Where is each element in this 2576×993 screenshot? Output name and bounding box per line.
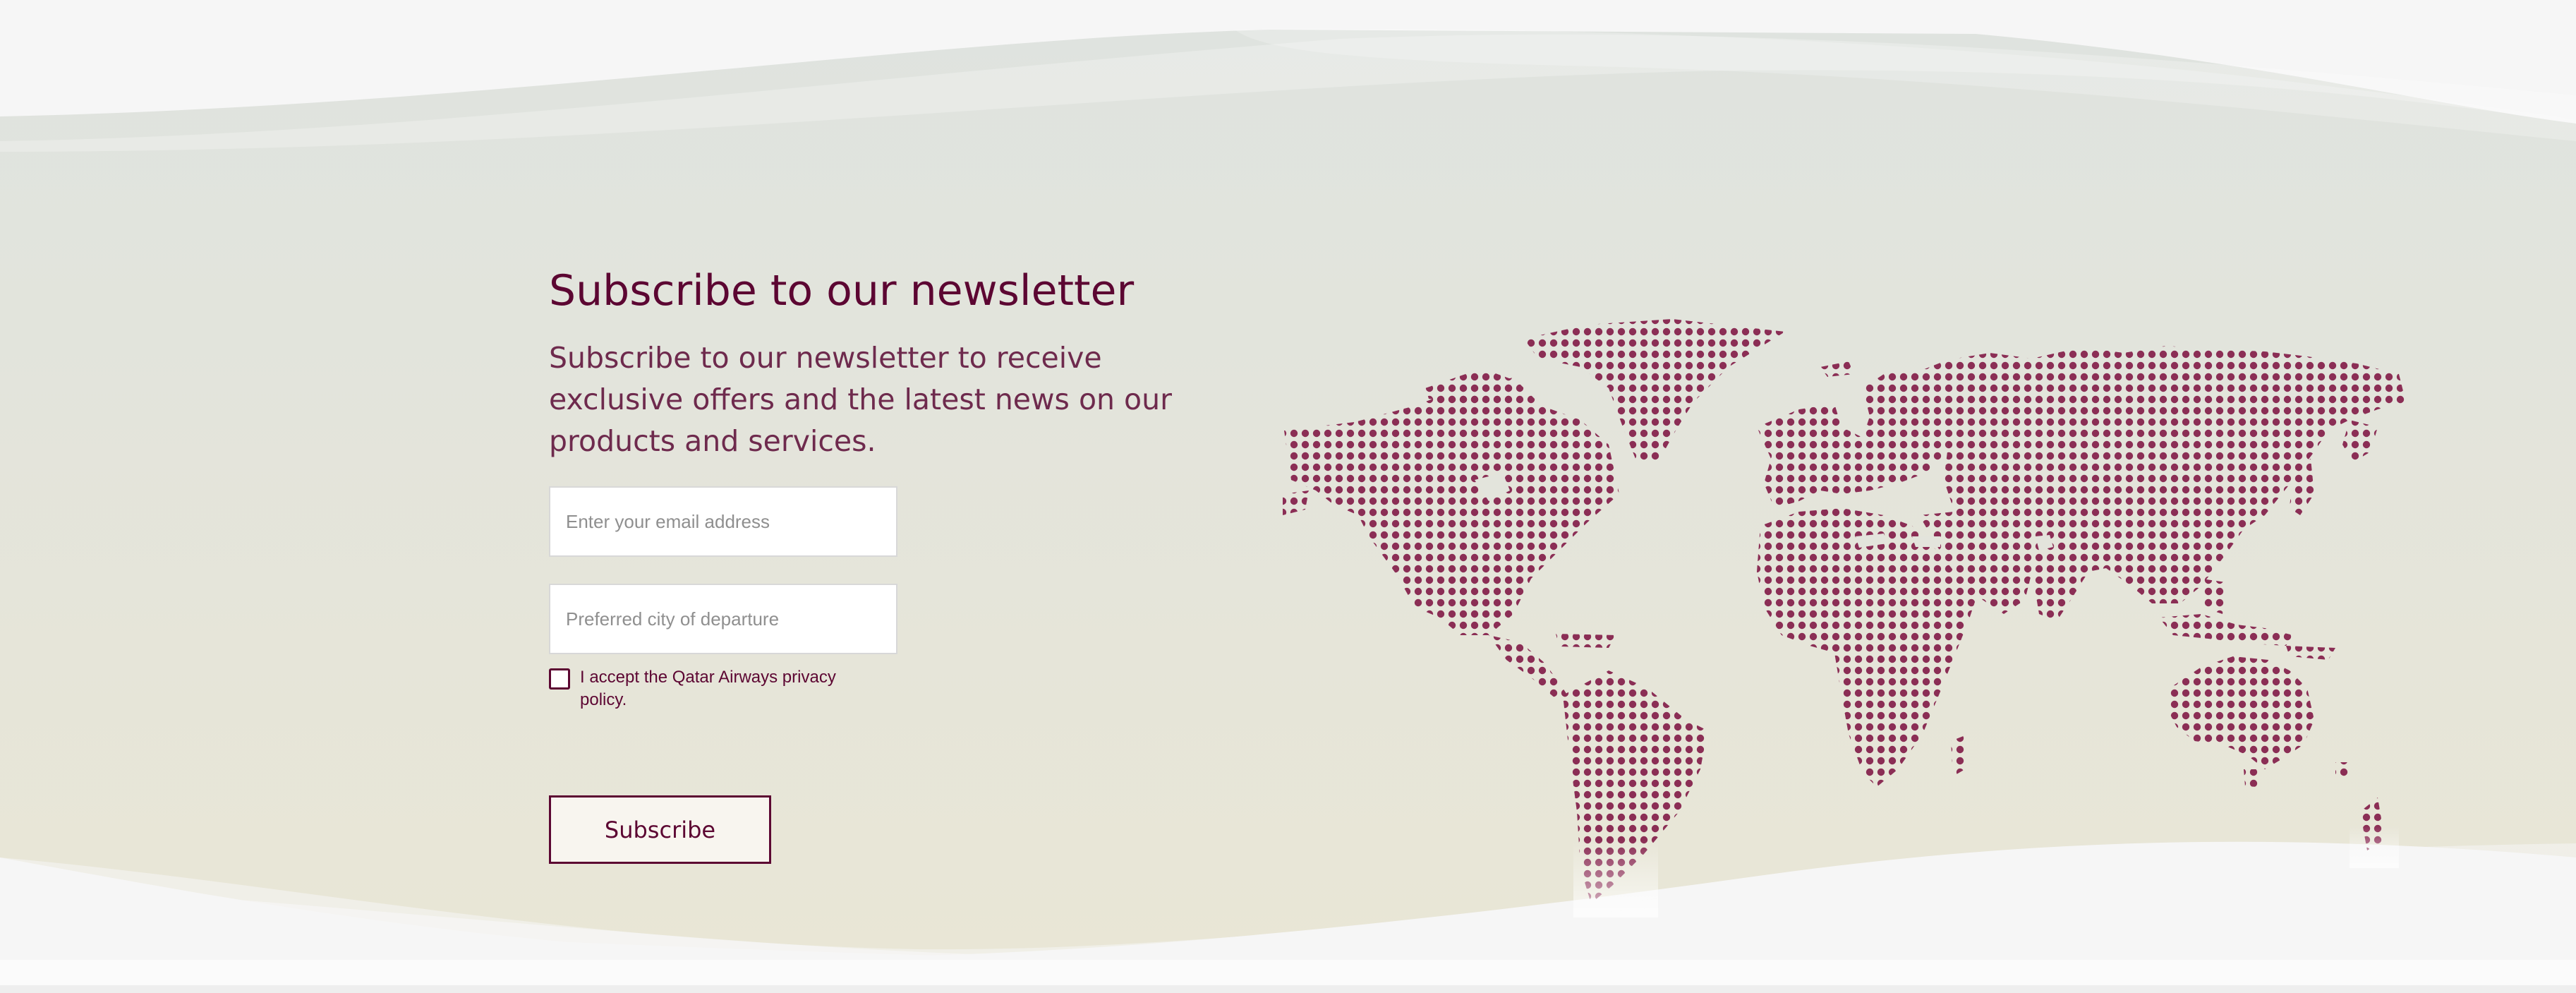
subscribe-button[interactable]: Subscribe xyxy=(549,795,771,864)
email-input[interactable] xyxy=(549,486,897,557)
footer-spacer xyxy=(0,960,2576,985)
privacy-label: I accept the Qatar Airways privacy polic… xyxy=(580,668,836,709)
privacy-checkbox[interactable] xyxy=(549,668,570,690)
departure-city-input[interactable] xyxy=(549,584,897,654)
newsletter-description: Subscribe to our newsletter to receive e… xyxy=(549,341,1172,458)
newsletter-title: Subscribe to our newsletter xyxy=(549,266,1135,315)
newsletter-section: Subscribe to our newsletter Subscribe to… xyxy=(0,0,2576,960)
world-map-icon xyxy=(1283,319,2406,917)
footer-divider xyxy=(0,985,2576,993)
